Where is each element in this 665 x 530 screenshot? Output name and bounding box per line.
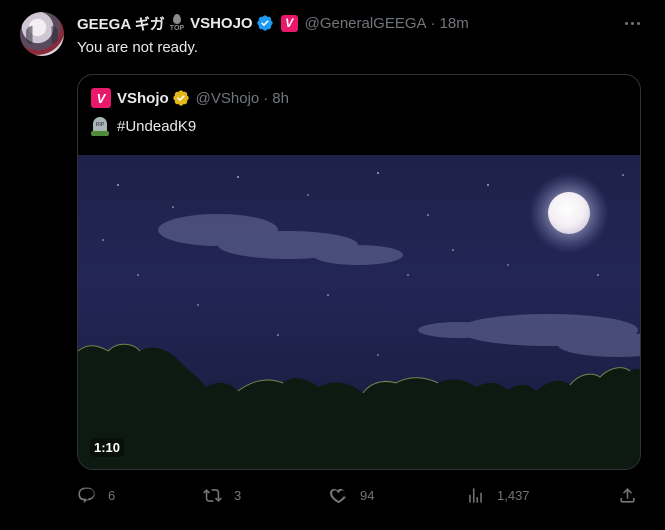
quote-author-handle[interactable]: @VShojo — [196, 90, 260, 107]
gold-verified-badge-icon — [172, 90, 189, 106]
repost-count: 3 — [234, 488, 242, 503]
action-bar: 6 3 94 1,437 — [77, 486, 641, 508]
tweet-text: You are not ready. — [77, 39, 198, 56]
night-scene-video-frame — [78, 172, 640, 469]
tweet-header: GEEGA ギガ TOP VSHOJO V @GeneralGEEGA · 18… — [77, 13, 469, 33]
like-count: 94 — [360, 488, 375, 503]
author-handle[interactable]: @GeneralGEEGA — [305, 15, 427, 32]
separator-dot: · — [430, 14, 436, 32]
reply-count: 6 — [108, 488, 116, 503]
video-duration: 1:10 — [90, 438, 125, 457]
heart-icon — [329, 488, 347, 504]
verified-badge-icon — [256, 15, 273, 31]
reply-button[interactable]: 6 — [77, 486, 115, 505]
quote-header: V VShojo @VShojo · 8h — [91, 88, 289, 108]
tree-line — [78, 344, 640, 469]
author-affiliation[interactable]: VSHOJO — [190, 15, 253, 32]
views-chart-icon — [469, 488, 482, 503]
vshojo-affiliate-badge[interactable]: V — [280, 14, 298, 32]
headstone-icon: RIP — [91, 117, 109, 136]
more-options-icon[interactable] — [621, 13, 643, 33]
quote-separator: · — [263, 89, 269, 107]
moon — [548, 192, 590, 234]
share-button[interactable] — [618, 486, 637, 505]
author-name[interactable]: GEEGA ギガ — [77, 13, 165, 34]
video-player[interactable]: 1:10 — [78, 155, 640, 469]
repost-icon — [203, 489, 222, 502]
hashtag-link[interactable]: #UndeadK9 — [117, 118, 196, 135]
top-badge-icon: TOP — [170, 14, 184, 32]
like-button[interactable]: 94 — [329, 486, 374, 505]
tweet[interactable]: GEEGA ギガ TOP VSHOJO V @GeneralGEEGA · 18… — [0, 0, 665, 530]
quote-text-row: RIP #UndeadK9 — [91, 117, 196, 136]
tweet-timestamp[interactable]: 18m — [440, 15, 469, 32]
quoted-tweet[interactable]: V VShojo @VShojo · 8h RIP #UndeadK9 1:10 — [77, 74, 641, 470]
views-button[interactable]: 1,437 — [466, 486, 530, 505]
repost-button[interactable]: 3 — [203, 486, 241, 505]
reply-icon — [78, 487, 95, 504]
views-count: 1,437 — [497, 488, 530, 503]
author-avatar[interactable] — [20, 12, 64, 56]
quote-timestamp[interactable]: 8h — [272, 90, 289, 107]
quote-author-name[interactable]: VShojo — [117, 90, 169, 107]
share-icon — [620, 488, 635, 503]
quote-avatar[interactable]: V — [91, 88, 111, 108]
